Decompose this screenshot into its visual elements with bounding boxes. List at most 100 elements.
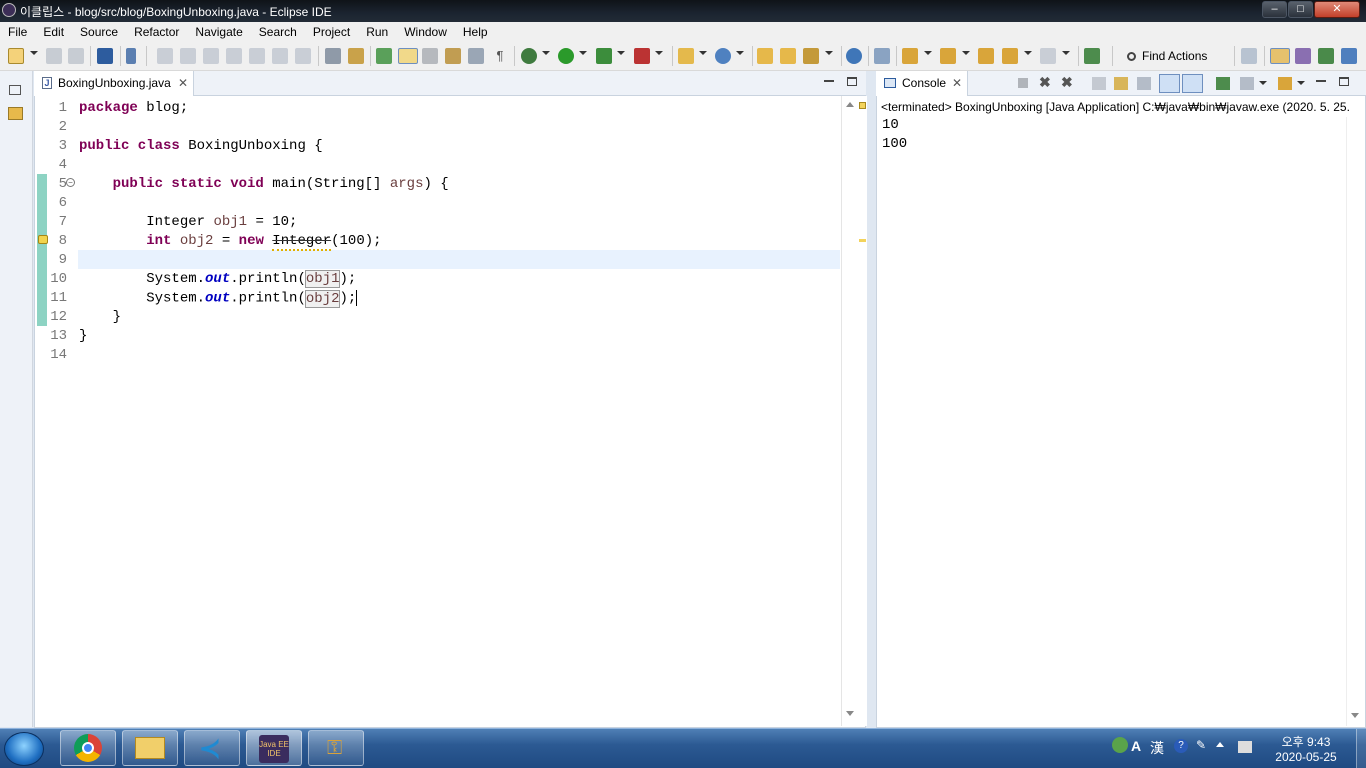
close-button[interactable]: ✕ bbox=[1314, 1, 1360, 18]
next-annotation-icon[interactable] bbox=[445, 48, 461, 64]
find-actions-button[interactable]: Find Actions bbox=[1127, 48, 1207, 64]
debug-icon[interactable] bbox=[521, 48, 537, 64]
open-perspective-icon[interactable] bbox=[1241, 48, 1257, 64]
chrome-taskbar-button[interactable] bbox=[60, 730, 116, 766]
start-button[interactable] bbox=[4, 732, 44, 766]
toggle-highlight-icon[interactable] bbox=[398, 48, 418, 64]
open-console-dropdown-icon[interactable] bbox=[1297, 81, 1305, 85]
clock-time[interactable]: 오후 9:43 bbox=[1276, 733, 1336, 750]
clock-date[interactable]: 2020-05-25 bbox=[1266, 750, 1346, 764]
scroll-down-icon[interactable] bbox=[846, 711, 854, 716]
menu-source[interactable]: Source bbox=[72, 22, 126, 42]
previous-annotation-up-icon[interactable] bbox=[940, 48, 956, 64]
menu-file[interactable]: File bbox=[0, 22, 35, 42]
word-wrap-icon[interactable] bbox=[1137, 77, 1151, 90]
fold-collapse-icon[interactable]: − bbox=[66, 178, 75, 187]
editor-horizontal-scrollbar[interactable] bbox=[78, 719, 840, 727]
menu-run[interactable]: Run bbox=[358, 22, 396, 42]
suspend-icon[interactable] bbox=[180, 48, 196, 64]
code-line[interactable]: } bbox=[79, 328, 87, 344]
overview-warning-icon[interactable] bbox=[859, 102, 866, 109]
step-into-icon[interactable] bbox=[249, 48, 265, 64]
restore-icon[interactable] bbox=[9, 85, 21, 95]
coverage-icon[interactable] bbox=[596, 48, 612, 64]
new-dropdown-icon[interactable] bbox=[30, 51, 38, 55]
show-hidden-icons-icon[interactable] bbox=[1216, 742, 1224, 747]
block-selection-icon[interactable] bbox=[468, 48, 484, 64]
menu-refactor[interactable]: Refactor bbox=[126, 22, 187, 42]
menu-navigate[interactable]: Navigate bbox=[187, 22, 250, 42]
open-console-menu-icon[interactable] bbox=[1278, 77, 1292, 90]
pen-icon[interactable]: ✎ bbox=[1196, 738, 1206, 752]
pin-editor-icon[interactable] bbox=[1084, 48, 1100, 64]
display-selected-console-icon[interactable] bbox=[1240, 77, 1254, 90]
code-line[interactable]: public static void main(String[] args) { bbox=[79, 176, 449, 192]
save-icon[interactable] bbox=[46, 48, 62, 64]
new-java-project-icon[interactable] bbox=[678, 48, 694, 64]
maximize-button[interactable]: □ bbox=[1288, 1, 1313, 18]
console-tab[interactable]: Console ✕ bbox=[876, 71, 968, 96]
code-line[interactable]: Integer obj1 = 10; bbox=[79, 214, 297, 230]
remove-launch-icon[interactable]: ✖ bbox=[1039, 74, 1051, 91]
java-perspective-icon[interactable] bbox=[1270, 48, 1290, 64]
menu-help[interactable]: Help bbox=[455, 22, 496, 42]
overview-warning-marker[interactable] bbox=[859, 239, 866, 242]
warning-lightbulb-icon[interactable] bbox=[38, 235, 48, 244]
eclipse-app-icon[interactable] bbox=[2, 3, 16, 17]
open-console-icon[interactable] bbox=[97, 48, 113, 64]
menu-search[interactable]: Search bbox=[251, 22, 305, 42]
debug-perspective-icon[interactable] bbox=[1318, 48, 1334, 64]
show-desktop-button[interactable] bbox=[1356, 729, 1366, 768]
resume-icon[interactable] bbox=[157, 48, 173, 64]
open-task-icon[interactable] bbox=[780, 48, 796, 64]
use-step-filters-icon[interactable] bbox=[348, 48, 364, 64]
close-console-icon[interactable]: ✕ bbox=[952, 76, 962, 90]
menu-window[interactable]: Window bbox=[396, 22, 455, 42]
code-line[interactable]: System.out.println(obj2); bbox=[79, 289, 358, 308]
console-vertical-scrollbar[interactable] bbox=[1346, 117, 1363, 726]
last-edit-location-icon[interactable] bbox=[978, 48, 994, 64]
external-tools-icon[interactable] bbox=[634, 48, 650, 64]
file-explorer-taskbar-button[interactable] bbox=[122, 730, 178, 766]
terminate-icon[interactable] bbox=[203, 48, 219, 64]
back-icon[interactable] bbox=[1002, 48, 1018, 64]
editor-tab[interactable]: J BoxingUnboxing.java ✕ bbox=[34, 71, 194, 96]
ime-hanja-icon[interactable]: 漢 bbox=[1150, 738, 1164, 758]
package-explorer-icon[interactable] bbox=[8, 107, 23, 120]
scroll-lock-icon[interactable] bbox=[1114, 77, 1128, 90]
drop-to-frame-icon[interactable] bbox=[325, 48, 341, 64]
show-console-on-stderr-icon[interactable] bbox=[1182, 74, 1203, 93]
disconnect-icon[interactable] bbox=[226, 48, 242, 64]
eclipse-taskbar-button[interactable]: Java EE IDE bbox=[246, 730, 302, 766]
skip-breakpoints-icon[interactable] bbox=[126, 48, 136, 64]
save-all-icon[interactable] bbox=[68, 48, 84, 64]
ime-mode-icon[interactable]: A bbox=[1131, 738, 1141, 754]
show-console-on-stdout-icon[interactable] bbox=[1159, 74, 1180, 93]
minimize-console-icon[interactable] bbox=[1316, 80, 1326, 82]
java-ee-perspective-icon[interactable] bbox=[1295, 48, 1311, 64]
display-console-dropdown-icon[interactable] bbox=[1259, 81, 1267, 85]
keys-taskbar-button[interactable]: ⚿ bbox=[308, 730, 364, 766]
step-return-icon[interactable] bbox=[295, 48, 311, 64]
console-scroll-down-icon[interactable] bbox=[1351, 713, 1359, 718]
forward-icon[interactable] bbox=[1040, 48, 1056, 64]
volume-muted-icon[interactable] bbox=[1238, 741, 1252, 753]
search-tool-icon[interactable] bbox=[803, 48, 819, 64]
open-type-icon[interactable] bbox=[757, 48, 773, 64]
git-perspective-icon[interactable] bbox=[1341, 48, 1357, 64]
minimize-button[interactable]: – bbox=[1262, 1, 1287, 18]
next-annotation-down-icon[interactable] bbox=[902, 48, 918, 64]
maximize-console-icon[interactable] bbox=[1339, 77, 1349, 86]
pin-console-icon[interactable] bbox=[1216, 77, 1230, 90]
mark-occurrences-icon[interactable] bbox=[376, 48, 392, 64]
maximize-editor-icon[interactable] bbox=[847, 77, 857, 86]
new-icon[interactable] bbox=[8, 48, 24, 64]
refactor-icon[interactable] bbox=[874, 48, 890, 64]
menu-edit[interactable]: Edit bbox=[35, 22, 72, 42]
help-icon[interactable]: ? bbox=[1174, 739, 1188, 753]
menu-project[interactable]: Project bbox=[305, 22, 358, 42]
vscode-taskbar-button[interactable]: ≺ bbox=[184, 730, 240, 766]
code-line[interactable]: public class BoxingUnboxing { bbox=[79, 138, 323, 154]
web-browser-icon[interactable] bbox=[846, 48, 862, 64]
overview-ruler[interactable] bbox=[857, 96, 867, 726]
